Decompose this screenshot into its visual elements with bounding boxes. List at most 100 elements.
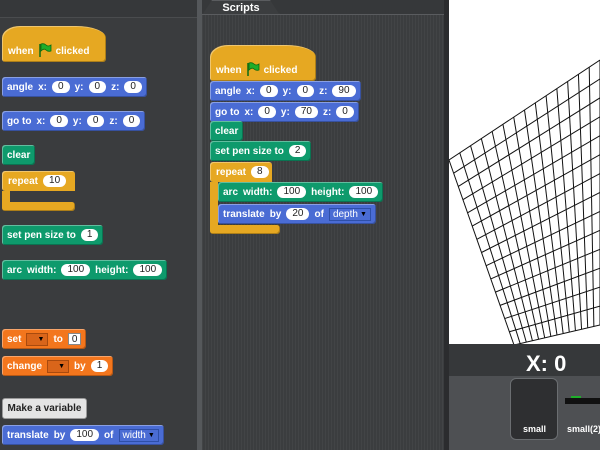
hat-clicked-label: clicked xyxy=(55,46,90,57)
arc-height-input[interactable]: 100 xyxy=(133,264,163,276)
arc-height-label: height: xyxy=(95,264,129,276)
script-set-pen-size-block[interactable]: set pen size to 2 xyxy=(210,141,312,161)
angle-label: angle xyxy=(7,81,34,93)
script-set-pen-size-label: set pen size to xyxy=(215,145,284,157)
script-translate-block[interactable]: translate by 20 of depth ▼ xyxy=(218,204,376,224)
script-translate-of-label: of xyxy=(314,208,324,220)
angle-z-input[interactable]: 0 xyxy=(124,81,142,93)
translate-dimension-dropdown[interactable]: width ▼ xyxy=(118,428,159,442)
repeat-footer xyxy=(2,202,75,211)
goto-y-input[interactable]: 0 xyxy=(86,115,105,127)
clear-label: clear xyxy=(7,149,31,161)
when-flag-clicked-block[interactable]: when clicked xyxy=(2,26,106,62)
grid-line xyxy=(516,324,600,344)
script-angle-z-input[interactable]: 90 xyxy=(332,85,356,97)
script-goto-y-label: y: xyxy=(280,106,290,118)
script-arc-width-input[interactable]: 100 xyxy=(277,186,307,198)
change-variable-dropdown[interactable]: ▼ xyxy=(47,359,70,373)
script-arc-block[interactable]: arc width: 100 height: 100 xyxy=(218,182,384,202)
translate-label: translate xyxy=(7,429,49,441)
goto-z-input[interactable]: 0 xyxy=(122,115,141,127)
tab-scripts[interactable]: Scripts xyxy=(202,0,280,15)
angle-x-input[interactable]: 0 xyxy=(52,81,70,93)
script-repeat-header: repeat 8 xyxy=(210,162,272,182)
translate-block[interactable]: translate by 100 of width ▼ xyxy=(2,425,164,445)
script-goto-z-label: z: xyxy=(322,106,332,118)
script-translate-dimension-dropdown[interactable]: depth ▼ xyxy=(328,207,371,221)
change-variable-block[interactable]: change ▼ by 1 xyxy=(2,356,114,376)
goto-z-label: z: xyxy=(109,115,118,127)
script-goto-y-input[interactable]: 70 xyxy=(294,106,318,118)
goto-y-label: y: xyxy=(72,115,82,127)
grid-line xyxy=(504,286,600,320)
change-variable-by-label: by xyxy=(74,360,86,372)
script-goto-x-label: x: xyxy=(244,106,254,118)
goto-x-label: x: xyxy=(36,115,46,127)
repeat-count-input[interactable]: 10 xyxy=(43,175,67,187)
goto-label: go to xyxy=(7,115,32,127)
script-translate-value-input[interactable]: 20 xyxy=(286,208,310,220)
stage[interactable] xyxy=(449,0,600,344)
script-when-flag-clicked-block[interactable]: when clicked xyxy=(210,45,316,81)
set-pen-size-label: set pen size to xyxy=(7,229,76,241)
green-flag-icon xyxy=(246,62,259,76)
script-repeat-count-input[interactable]: 8 xyxy=(251,166,269,178)
script-angle-y-input[interactable]: 0 xyxy=(296,85,315,97)
script-repeat-label: repeat xyxy=(216,166,247,178)
script-clear-block[interactable]: clear xyxy=(210,121,244,141)
script-arc-width-label: width: xyxy=(243,186,273,198)
green-flag-icon xyxy=(38,43,51,57)
palette-header-edge xyxy=(0,17,197,18)
scripts-area[interactable]: when clicked angle x: 0 y: 0 z: 90 go to… xyxy=(202,14,444,450)
script-arc-height-label: height: xyxy=(311,186,345,198)
palette-header xyxy=(0,0,197,18)
script-translate-by-label: by xyxy=(269,208,282,220)
translate-value-input[interactable]: 100 xyxy=(70,429,100,441)
translate-of-label: of xyxy=(104,429,114,441)
stage-3d-grid xyxy=(449,59,600,344)
arc-block[interactable]: arc width: 100 height: 100 xyxy=(2,260,168,280)
clear-block[interactable]: clear xyxy=(2,145,36,165)
arc-width-input[interactable]: 100 xyxy=(61,264,91,276)
script-pen-size-input[interactable]: 2 xyxy=(288,145,307,157)
repeat-header: repeat 10 xyxy=(2,171,75,191)
pen-size-input[interactable]: 1 xyxy=(80,229,99,241)
angle-y-label: y: xyxy=(74,81,84,93)
set-variable-value-input[interactable]: 0 xyxy=(67,333,82,345)
script-angle-x-label: x: xyxy=(246,85,256,97)
script-goto-label: go to xyxy=(215,106,240,118)
repeat-block[interactable]: repeat 10 xyxy=(2,171,75,211)
script-arc-height-input[interactable]: 100 xyxy=(349,186,379,198)
stage-info-bar xyxy=(449,344,600,376)
arc-width-label: width: xyxy=(27,264,57,276)
grid-line xyxy=(481,192,600,253)
dropdown-arrow-icon: ▼ xyxy=(359,210,367,218)
set-variable-to-label: to xyxy=(53,333,63,345)
script-hat-when-label: when xyxy=(216,65,242,76)
script-goto-x-input[interactable]: 0 xyxy=(258,106,276,118)
sprite-name-small-2: small(2) xyxy=(567,424,600,434)
arc-label: arc xyxy=(7,264,23,276)
script-repeat-arm xyxy=(210,182,218,226)
script-angle-block[interactable]: angle x: 0 y: 0 z: 90 xyxy=(210,81,361,101)
angle-z-label: z: xyxy=(111,81,120,93)
change-variable-label: change xyxy=(7,360,43,372)
change-variable-value-input[interactable]: 1 xyxy=(90,360,109,372)
angle-block[interactable]: angle x: 0 y: 0 z: 0 xyxy=(2,77,147,97)
set-variable-label: set xyxy=(7,333,22,345)
grid-line xyxy=(567,81,583,330)
script-goto-z-input[interactable]: 0 xyxy=(336,106,354,118)
set-pen-size-block[interactable]: set pen size to 1 xyxy=(2,225,104,245)
translate-dimension-value: width xyxy=(122,429,146,441)
make-variable-button[interactable]: Make a variable xyxy=(2,398,87,419)
goto-x-input[interactable]: 0 xyxy=(50,115,68,127)
set-variable-block[interactable]: set ▼ to 0 xyxy=(2,329,87,349)
translate-by-label: by xyxy=(53,429,66,441)
set-variable-dropdown[interactable]: ▼ xyxy=(26,332,49,346)
script-angle-x-input[interactable]: 0 xyxy=(260,85,278,97)
sprite-thumbnail-small-2[interactable] xyxy=(565,395,600,407)
script-goto-block[interactable]: go to x: 0 y: 70 z: 0 xyxy=(210,102,359,122)
grid-line xyxy=(534,102,564,334)
angle-y-input[interactable]: 0 xyxy=(88,81,107,93)
goto-block[interactable]: go to x: 0 y: 0 z: 0 xyxy=(2,111,146,131)
